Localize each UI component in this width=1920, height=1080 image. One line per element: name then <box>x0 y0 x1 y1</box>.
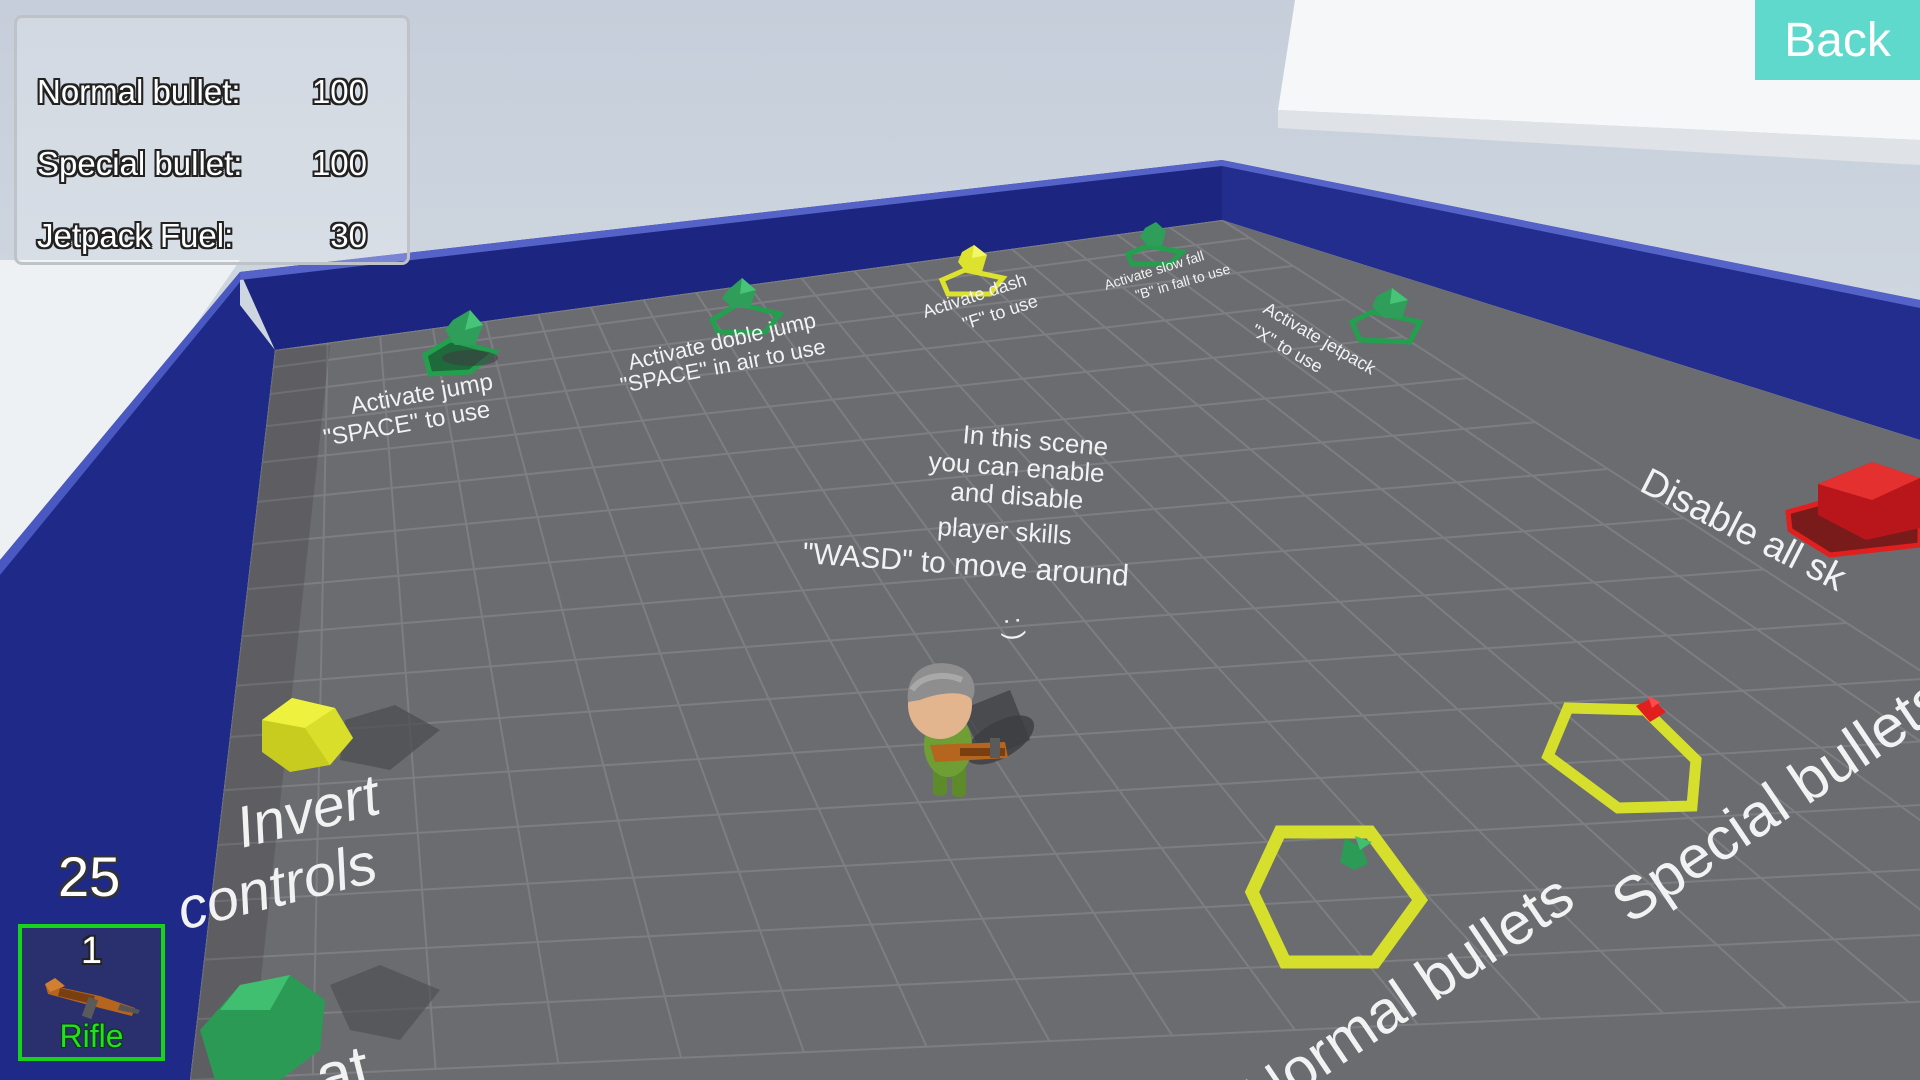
info-line-6: : ) <box>999 615 1031 641</box>
weapon-slot-rifle[interactable]: 1 Rifle <box>18 924 165 1061</box>
special-bullet-label: Special bullet: <box>37 145 243 182</box>
normal-bullet-label: Normal bullet: <box>37 73 241 110</box>
normal-bullet-value: 100 <box>311 73 367 110</box>
weapon-slot-name: Rifle <box>59 1018 124 1054</box>
special-bullet-stat: Special bullet: 100 <box>37 145 367 189</box>
ammo-count: 25 <box>58 845 121 908</box>
jetpack-fuel-label: Jetpack Fuel: <box>37 217 234 254</box>
stats-panel: Normal bullet: 100 Special bullet: 100 J… <box>14 15 410 265</box>
jetpack-fuel-stat: Jetpack Fuel: 30 <box>37 217 367 261</box>
normal-bullet-stat: Normal bullet: 100 <box>37 73 367 117</box>
jetpack-fuel-value: 30 <box>330 217 367 254</box>
back-button[interactable]: Back <box>1755 0 1920 80</box>
special-bullet-value: 100 <box>311 145 367 182</box>
